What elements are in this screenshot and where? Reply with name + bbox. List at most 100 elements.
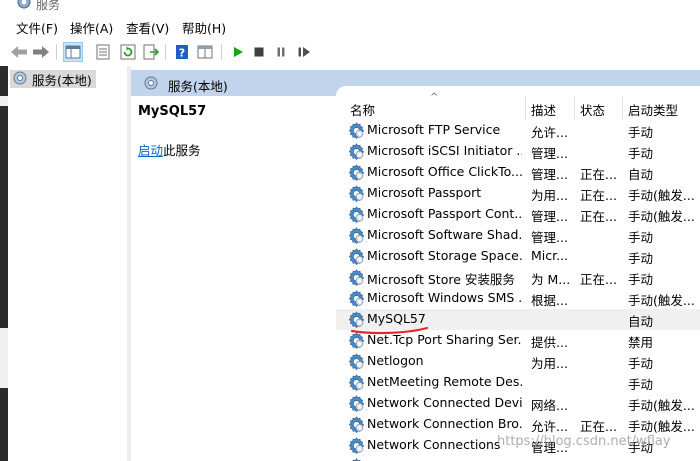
service-name: Microsoft Passport Cont... <box>367 206 522 221</box>
selected-service-name: MySQL57 <box>138 104 207 119</box>
strip-gap <box>0 328 8 388</box>
background-window-strip <box>0 66 8 461</box>
service-row[interactable]: Microsoft Passport 为用... 正在... 手动(触发... <box>336 183 700 204</box>
tree-item-services-local[interactable]: 服务(本地) <box>10 70 96 88</box>
service-row[interactable]: Microsoft Software Shad... 管理... 手动 <box>336 225 700 246</box>
service-description: 允许... <box>531 419 568 434</box>
service-detail-panel: MySQL57 启动此服务 <box>131 96 334 461</box>
console-tree-icon[interactable] <box>63 42 83 62</box>
service-name: Network Connected Devi... <box>367 395 522 410</box>
service-status: 正在... <box>580 272 617 287</box>
service-status: 正在... <box>580 167 617 182</box>
service-startup-type: 手动 <box>628 272 654 287</box>
service-name: NetMeeting Remote Des... <box>367 374 522 389</box>
service-row[interactable]: Microsoft Office ClickTo... 管理... 正在... 自动 <box>336 162 700 183</box>
toolbar-divider <box>165 44 166 60</box>
service-row[interactable]: Microsoft Passport Cont... 管理... 正在... 手动(触… <box>336 204 700 225</box>
stop-icon[interactable] <box>249 42 269 62</box>
show-hide-pane-icon[interactable] <box>195 42 215 62</box>
service-row[interactable]: Microsoft FTP Service 允许... 手动 <box>336 120 700 141</box>
service-startup-type: 手动 <box>628 146 654 161</box>
service-row[interactable]: Netlogon 为用... 手动 <box>336 351 700 372</box>
service-gear-icon <box>348 143 365 160</box>
service-status: 正在... <box>580 209 617 224</box>
sort-ascending-icon: ^ <box>430 92 439 103</box>
console-tree: 服务(本地) <box>8 66 128 461</box>
service-gear-icon <box>348 269 365 286</box>
service-startup-type: 禁用 <box>628 335 654 350</box>
pane-title: 服务(本地) <box>168 79 228 94</box>
service-description: 根据... <box>531 293 568 308</box>
column-header-status[interactable]: 状态 <box>580 100 605 119</box>
service-gear-icon <box>348 248 365 265</box>
service-description: 网络... <box>531 398 568 413</box>
service-gear-icon <box>348 374 365 391</box>
menu-action[interactable]: 操作(A) <box>70 18 113 37</box>
service-gear-icon <box>348 395 365 412</box>
service-startup-type: 手动(触发... <box>628 293 695 308</box>
service-gear-icon <box>348 227 365 244</box>
service-description: 管理... <box>531 209 568 224</box>
toolbar: ? <box>0 38 700 67</box>
service-row[interactable]: Network Connected Devi... 网络... 手动(触发... <box>336 393 700 414</box>
service-row[interactable]: Network Connection Bro... 允许... 正在... 手动(触发… <box>336 414 700 435</box>
export-list-icon[interactable] <box>141 42 161 62</box>
svg-text:?: ? <box>179 47 185 60</box>
service-startup-type: 手动(触发... <box>628 398 695 413</box>
column-header-startup-type[interactable]: 启动类型 <box>628 100 678 119</box>
window-title: 服务 <box>36 0 61 12</box>
service-row[interactable]: Microsoft iSCSI Initiator ... 管理... 手动 <box>336 141 700 162</box>
service-description: 提供... <box>531 335 568 350</box>
properties-icon[interactable] <box>93 42 113 62</box>
tree-item-label: 服务(本地) <box>32 72 92 88</box>
service-gear-icon <box>348 206 365 223</box>
service-name: Microsoft Office ClickTo... <box>367 164 522 179</box>
service-gear-icon <box>348 353 365 370</box>
menu-view[interactable]: 查看(V) <box>126 18 169 37</box>
menu-file[interactable]: 文件(F) <box>16 18 58 37</box>
service-gear-icon <box>348 416 365 433</box>
strip-gap <box>0 96 8 106</box>
service-status: 正在... <box>580 188 617 203</box>
column-header-description[interactable]: 描述 <box>531 100 556 119</box>
service-name: Microsoft FTP Service <box>367 122 501 137</box>
column-divider[interactable] <box>622 96 623 120</box>
service-startup-type: 手动(触发... <box>628 209 695 224</box>
service-name: MySQL57 <box>367 311 426 326</box>
play-icon[interactable] <box>228 42 248 62</box>
service-startup-type: 手动(触发... <box>628 419 695 434</box>
service-description: 为用... <box>531 356 568 371</box>
service-row[interactable]: Microsoft Storage Space... Micr... 手动 <box>336 246 700 267</box>
column-header-name[interactable]: 名称 <box>350 100 375 119</box>
services-pane: 服务(本地) MySQL57 启动此服务 ^ 名称 描述 状态 启动类型 Mic… <box>131 66 700 461</box>
start-service-line: 启动此服务 <box>138 140 201 159</box>
service-description: 管理... <box>531 167 568 182</box>
start-service-suffix: 此服务 <box>163 143 201 158</box>
service-startup-type: 手动(触发... <box>628 188 695 203</box>
service-description: 为用... <box>531 188 568 203</box>
watermark: https://blog.csdn.net/wflay <box>497 434 671 449</box>
menu-help[interactable]: 帮助(H) <box>182 18 226 37</box>
back-arrow-icon[interactable] <box>9 42 29 62</box>
service-row[interactable]: Microsoft Store 安装服务 为 M... 正在... 手动 <box>336 267 700 288</box>
service-name: Microsoft Store 安装服务 <box>367 272 515 287</box>
column-divider[interactable] <box>574 96 575 120</box>
column-divider[interactable] <box>525 96 526 120</box>
restart-icon[interactable] <box>294 42 314 62</box>
forward-arrow-icon[interactable] <box>31 42 51 62</box>
help-icon[interactable]: ? <box>172 42 192 62</box>
service-startup-type: 自动 <box>628 167 654 182</box>
service-name: Microsoft Passport <box>367 185 482 200</box>
refresh-icon[interactable] <box>118 42 138 62</box>
service-gear-icon <box>348 185 365 202</box>
pause-icon[interactable] <box>271 42 291 62</box>
service-startup-type: 手动 <box>628 377 654 392</box>
service-row[interactable]: NetMeeting Remote Des... 手动 <box>336 372 700 393</box>
service-row[interactable]: Microsoft Windows SMS ... 根据... 手动(触发... <box>336 288 700 309</box>
start-service-link[interactable]: 启动 <box>138 143 163 158</box>
service-name: Netlogon <box>367 353 424 368</box>
service-name: Microsoft Software Shad... <box>367 227 522 242</box>
service-row[interactable] <box>336 456 700 461</box>
list-header: ^ 名称 描述 状态 启动类型 <box>336 86 700 120</box>
service-description: Micr... <box>531 248 569 263</box>
